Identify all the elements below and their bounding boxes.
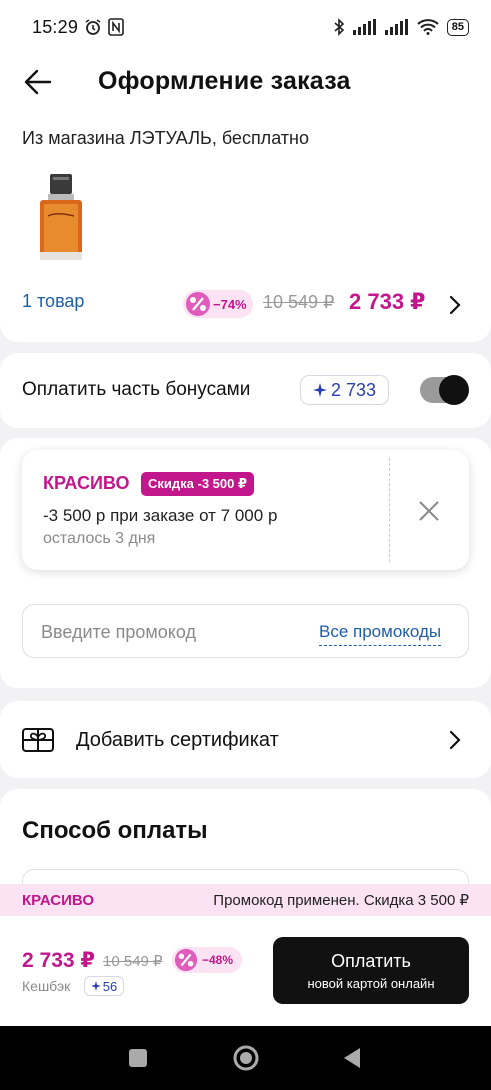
bonus-amount-chip: 2 733 — [300, 375, 389, 405]
percent-icon — [186, 292, 210, 316]
discount-value: −74% — [213, 296, 247, 312]
banner-message: Промокод применен. Скидка 3 500 ₽ — [213, 892, 469, 909]
app-header: Оформление заказа — [0, 54, 491, 110]
back-arrow-icon[interactable] — [22, 66, 54, 98]
battery-indicator: 85 — [446, 18, 469, 36]
total-old-price: 10 549 ₽ — [103, 953, 163, 970]
wifi-icon — [417, 19, 439, 35]
delivery-store-text: Из магазина ЛЭТУАЛЬ, бесплатно — [22, 128, 309, 148]
alarm-icon — [85, 19, 101, 35]
signal-icon — [352, 19, 376, 35]
bonus-amount: 2 733 — [330, 379, 377, 400]
bonus-label: Оплатить часть бонусами — [22, 379, 251, 400]
promo-applied-banner: КРАСИВО Промокод применен. Скидка 3 500 … — [0, 884, 491, 916]
total-discount-badge: −48% — [172, 947, 242, 973]
all-promos-link[interactable]: Все промокоды — [319, 622, 442, 646]
chevron-right-icon[interactable] — [446, 729, 464, 751]
signal-icon-2 — [384, 19, 408, 35]
nfc-icon — [108, 18, 124, 36]
chevron-right-icon[interactable] — [446, 294, 464, 316]
cashback-value: 56 — [102, 978, 118, 994]
pay-button-label: Оплатить — [331, 951, 411, 971]
certificate-label: Добавить сертификат — [76, 729, 279, 751]
pay-button[interactable]: Оплатить новой картой онлайн — [273, 937, 469, 1004]
new-price: 2 733 ₽ — [349, 289, 426, 314]
order-card: Оформление заказа Из магазина ЛЭТУАЛЬ, б… — [0, 54, 491, 342]
promo-input-placeholder: Введите промокод — [41, 622, 196, 642]
promo-discount-badge: Скидка -3 500 ₽ — [141, 472, 255, 496]
page-title: Оформление заказа — [98, 67, 351, 95]
pay-button-sublabel: новой картой онлайн — [307, 976, 435, 991]
total-discount-value: −48% — [202, 953, 234, 967]
divider — [389, 458, 390, 562]
promo-section: КРАСИВО Скидка -3 500 ₽ -3 500 р при зак… — [0, 438, 491, 688]
cashback-chip: 56 — [84, 976, 124, 996]
checkout-bar: 2 733 ₽ 10 549 ₽ −48% Кешбэк 56 Оплатить… — [0, 916, 491, 1026]
discount-badge: −74% — [183, 290, 253, 318]
applied-promo-card: КРАСИВО Скидка -3 500 ₽ -3 500 р при зак… — [22, 450, 469, 570]
total-price: 2 733 ₽ — [22, 949, 95, 972]
payment-title: Способ оплаты — [22, 817, 208, 844]
items-count-link[interactable]: 1 товар — [22, 291, 84, 312]
promo-input[interactable]: Введите промокод Все промокоды — [22, 604, 469, 658]
back-icon[interactable] — [342, 1046, 362, 1070]
system-nav-bar — [0, 1026, 491, 1090]
promo-code: КРАСИВО — [43, 473, 130, 493]
recents-icon[interactable] — [128, 1048, 148, 1068]
bonus-card: Оплатить часть бонусами 2 733 — [0, 353, 491, 428]
gift-card-icon — [22, 728, 54, 752]
percent-icon — [174, 948, 198, 972]
close-icon[interactable] — [418, 500, 440, 522]
promo-remaining: осталось 3 дня — [43, 530, 156, 547]
status-bar: 15:29 85 — [0, 0, 491, 54]
promo-description: -3 500 р при заказе от 7 000 р — [43, 506, 278, 525]
home-icon[interactable] — [232, 1044, 260, 1072]
product-image[interactable] — [36, 172, 86, 262]
cashback-label: Кешбэк — [22, 978, 71, 994]
bluetooth-icon — [334, 18, 344, 36]
sparkle-icon — [90, 981, 101, 991]
bonus-toggle[interactable] — [420, 375, 469, 405]
sparkle-icon — [312, 383, 327, 397]
certificate-row[interactable]: Добавить сертификат — [0, 701, 491, 778]
status-time: 15:29 — [32, 16, 79, 37]
banner-promo-code: КРАСИВО — [22, 891, 95, 909]
old-price: 10 549 ₽ — [263, 292, 335, 312]
toggle-knob — [439, 375, 469, 405]
